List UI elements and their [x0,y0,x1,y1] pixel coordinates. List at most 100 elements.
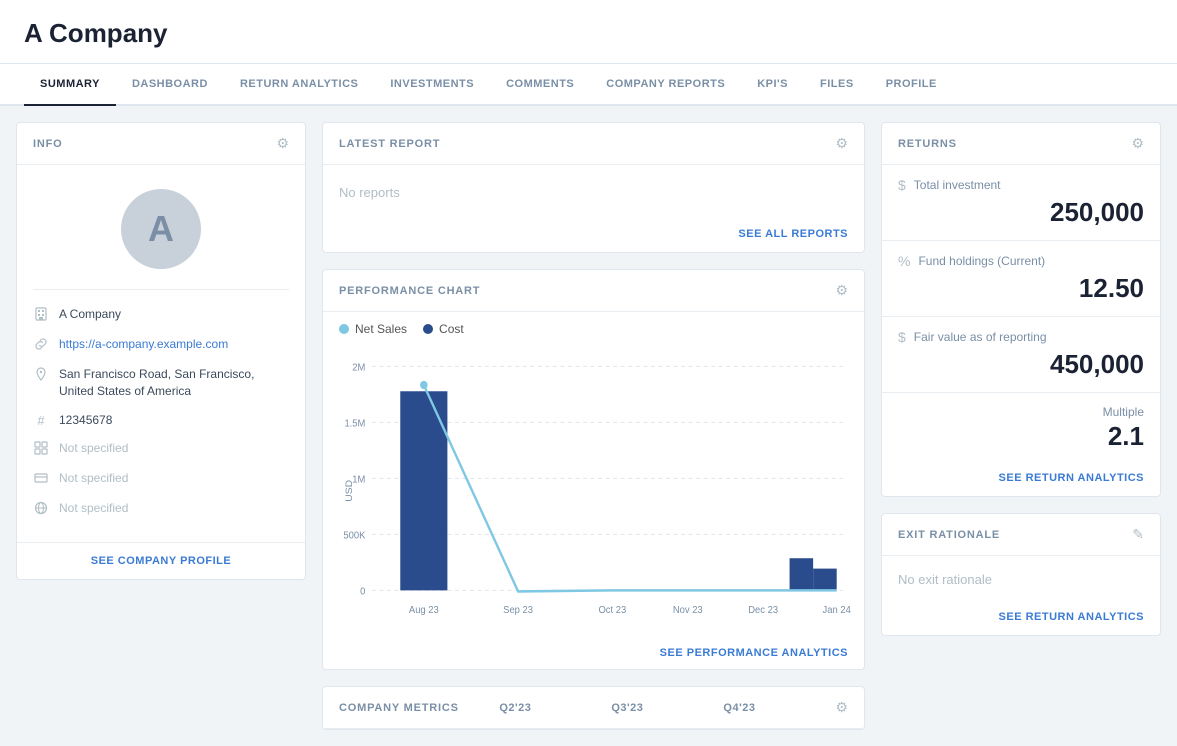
returns-card: RETURNS ⚙ $ Total investment 250,000 % F… [881,122,1161,497]
nav-item-profile[interactable]: PROFILE [870,64,953,106]
fund-holdings-value: 12.50 [898,273,1144,304]
metrics-header: COMPANY METRICS Q2'23 Q3'23 Q4'23 ⚙ [323,687,864,729]
multiple-label: Multiple [898,405,1144,419]
fund-holdings-label-row: % Fund holdings (Current) [898,253,1144,269]
info-title: INFO [33,138,62,150]
info-card: INFO ⚙ A [16,122,306,580]
latest-report-title: LATEST REPORT [339,138,440,150]
nav-item-investments[interactable]: INVESTMENTS [374,64,490,106]
legend-dot-cost [423,324,433,334]
metrics-col-q2: Q2'23 [499,702,531,714]
field-location-value: San Francisco Road, San Francisco, Unite… [59,366,289,400]
edit-icon[interactable]: ✎ [1132,526,1144,543]
fund-holdings-label: Fund holdings (Current) [918,254,1045,268]
nav-item-files[interactable]: FILES [804,64,870,106]
field-id: # 12345678 [33,412,289,429]
svg-text:2M: 2M [352,362,365,374]
see-all-reports-link[interactable]: SEE ALL REPORTS [323,220,864,252]
exit-rationale-card: EXIT RATIONALE ✎ No exit rationale SEE R… [881,513,1161,636]
field-type: Not specified [33,440,289,458]
navigation: SUMMARY DASHBOARD RETURN ANALYTICS INVES… [0,64,1177,106]
field-company: A Company [33,306,289,324]
performance-chart-card: PERFORMANCE CHART ⚙ Net Sales Cost 2M 1.… [322,269,865,670]
total-investment-section: $ Total investment 250,000 [882,165,1160,241]
svg-text:USD: USD [345,480,355,502]
legend-cost: Cost [423,322,464,336]
total-investment-label: Total investment [914,178,1001,192]
field-currency-value: Not specified [59,470,128,487]
svg-text:Nov 23: Nov 23 [673,605,703,617]
nav-item-company-reports[interactable]: COMPANY REPORTS [590,64,741,106]
perf-chart-gear-icon[interactable]: ⚙ [835,282,848,299]
chart-area: 2M 1.5M 1M 500K 0 [323,346,864,639]
bar-jan24-cost2 [813,569,837,591]
legend-label-cost: Cost [439,322,464,336]
perf-chart-header: PERFORMANCE CHART ⚙ [323,270,864,312]
nav-item-summary[interactable]: SUMMARY [24,64,116,106]
metrics-col-q4: Q4'23 [723,702,755,714]
field-currency: Not specified [33,470,289,488]
field-type-value: Not specified [59,440,128,457]
returns-header: RETURNS ⚙ [882,123,1160,165]
see-return-analytics-link-2[interactable]: SEE RETURN ANALYTICS [882,603,1160,635]
fair-value-label-row: $ Fair value as of reporting [898,329,1144,345]
fair-value-value: 450,000 [898,349,1144,380]
total-investment-label-row: $ Total investment [898,177,1144,193]
svg-text:Oct 23: Oct 23 [598,605,626,617]
field-location: San Francisco Road, San Francisco, Unite… [33,366,289,400]
chart-legend: Net Sales Cost [323,312,864,346]
currency-icon [33,471,49,488]
legend-dot-net-sales [339,324,349,334]
bar-jan24-cost [790,558,814,590]
performance-svg: 2M 1.5M 1M 500K 0 [339,356,848,636]
field-url-value: https://a-company.example.com [59,336,228,353]
see-company-profile-link[interactable]: SEE COMPANY PROFILE [17,542,305,579]
fund-holdings-section: % Fund holdings (Current) 12.50 [882,241,1160,317]
net-sales-dot [420,381,428,389]
returns-title: RETURNS [898,138,957,150]
latest-report-gear-icon[interactable]: ⚙ [835,135,848,152]
field-country: Not specified [33,500,289,518]
latest-report-card: LATEST REPORT ⚙ No reports SEE ALL REPOR… [322,122,865,253]
legend-net-sales: Net Sales [339,322,407,336]
main-content: INFO ⚙ A [0,106,1177,746]
multiple-value: 2.1 [898,421,1144,452]
see-return-analytics-link-1[interactable]: SEE RETURN ANALYTICS [882,464,1160,496]
field-country-value: Not specified [59,500,128,517]
fair-value-label: Fair value as of reporting [914,330,1047,344]
metrics-title: COMPANY METRICS [339,702,459,714]
multiple-section: Multiple 2.1 [882,393,1160,464]
exit-rationale-title: EXIT RATIONALE [898,529,1000,541]
info-gear-icon[interactable]: ⚙ [276,135,289,152]
svg-text:Sep 23: Sep 23 [503,605,533,617]
exit-rationale-header: EXIT RATIONALE ✎ [882,514,1160,556]
total-investment-value: 250,000 [898,197,1144,228]
info-card-header: INFO ⚙ [17,123,305,165]
nav-item-kpis[interactable]: KPI'S [741,64,804,106]
globe-icon [33,501,49,518]
no-reports-text: No reports [323,165,864,220]
right-column: RETURNS ⚙ $ Total investment 250,000 % F… [881,122,1161,730]
nav-item-comments[interactable]: COMMENTS [490,64,590,106]
svg-text:Aug 23: Aug 23 [409,605,439,617]
nav-item-return-analytics[interactable]: RETURN ANALYTICS [224,64,374,106]
svg-text:0: 0 [360,586,366,598]
building-icon [33,307,49,324]
fair-value-section: $ Fair value as of reporting 450,000 [882,317,1160,393]
returns-gear-icon[interactable]: ⚙ [1131,135,1144,152]
net-sales-line [424,385,837,591]
legend-label-net-sales: Net Sales [355,322,407,336]
company-metrics-card: COMPANY METRICS Q2'23 Q3'23 Q4'23 ⚙ [322,686,865,730]
dollar-icon-1: $ [898,177,906,193]
link-icon [33,337,49,354]
metrics-col-q3: Q3'23 [611,702,643,714]
info-fields: A Company https://a-company.example.com [17,290,305,534]
perf-chart-title: PERFORMANCE CHART [339,285,480,297]
no-exit-text: No exit rationale [882,556,1160,603]
nav-item-dashboard[interactable]: DASHBOARD [116,64,224,106]
avatar: A [121,189,201,269]
see-performance-analytics-link[interactable]: SEE PERFORMANCE ANALYTICS [323,639,864,669]
metrics-gear-icon[interactable]: ⚙ [835,699,848,716]
svg-text:Jan 24: Jan 24 [823,605,852,617]
latest-report-header: LATEST REPORT ⚙ [323,123,864,165]
